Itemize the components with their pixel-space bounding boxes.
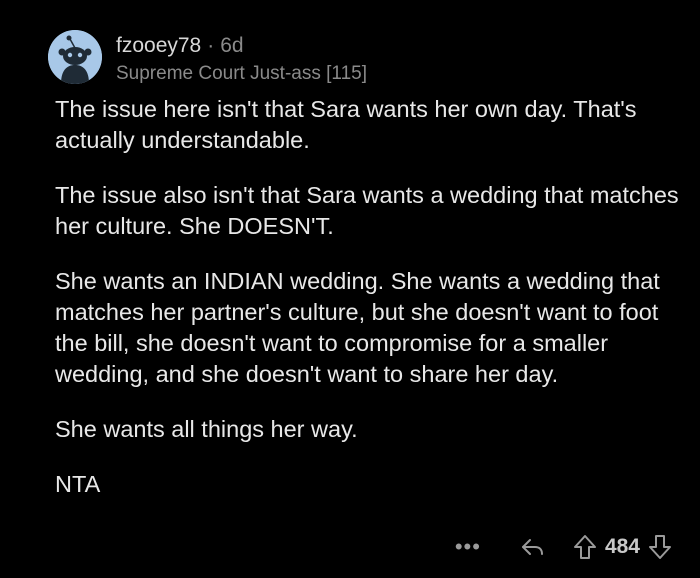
comment-paragraph: She wants all things her way. — [55, 416, 358, 442]
comment-meta: fzooey78 · 6d Supreme Court Just-ass [115] — [116, 33, 367, 86]
downvote-button[interactable] — [648, 534, 672, 560]
more-options-icon[interactable]: ••• — [455, 536, 481, 558]
comment: fzooey78 · 6d Supreme Court Just-ass [115]… — [0, 0, 700, 578]
vote-score: 484 — [604, 535, 640, 558]
avatar[interactable] — [48, 30, 102, 84]
comment-paragraph: The issue also isn't that Sara wants a w… — [55, 182, 679, 239]
username[interactable]: fzooey78 — [116, 34, 201, 57]
user-flair: Supreme Court Just-ass [115] — [116, 63, 367, 84]
reply-arrow-icon — [521, 539, 543, 555]
comment-actions: ••• 484 — [455, 530, 672, 564]
reply-button[interactable] — [519, 536, 545, 558]
comment-body: The issue here isn't that Sara wants her… — [55, 94, 685, 524]
comment-paragraph: NTA — [55, 471, 101, 497]
downvote-arrow-icon — [649, 535, 671, 559]
comment-age: 6d — [220, 34, 244, 57]
comment-paragraph: The issue here isn't that Sara wants her… — [55, 96, 637, 153]
upvote-button[interactable] — [573, 534, 597, 560]
upvote-arrow-icon — [573, 535, 596, 559]
meta-separator: · — [207, 34, 215, 57]
snoo-avatar-icon — [48, 30, 102, 84]
comment-paragraph: She wants an INDIAN wedding. She wants a… — [55, 268, 660, 387]
